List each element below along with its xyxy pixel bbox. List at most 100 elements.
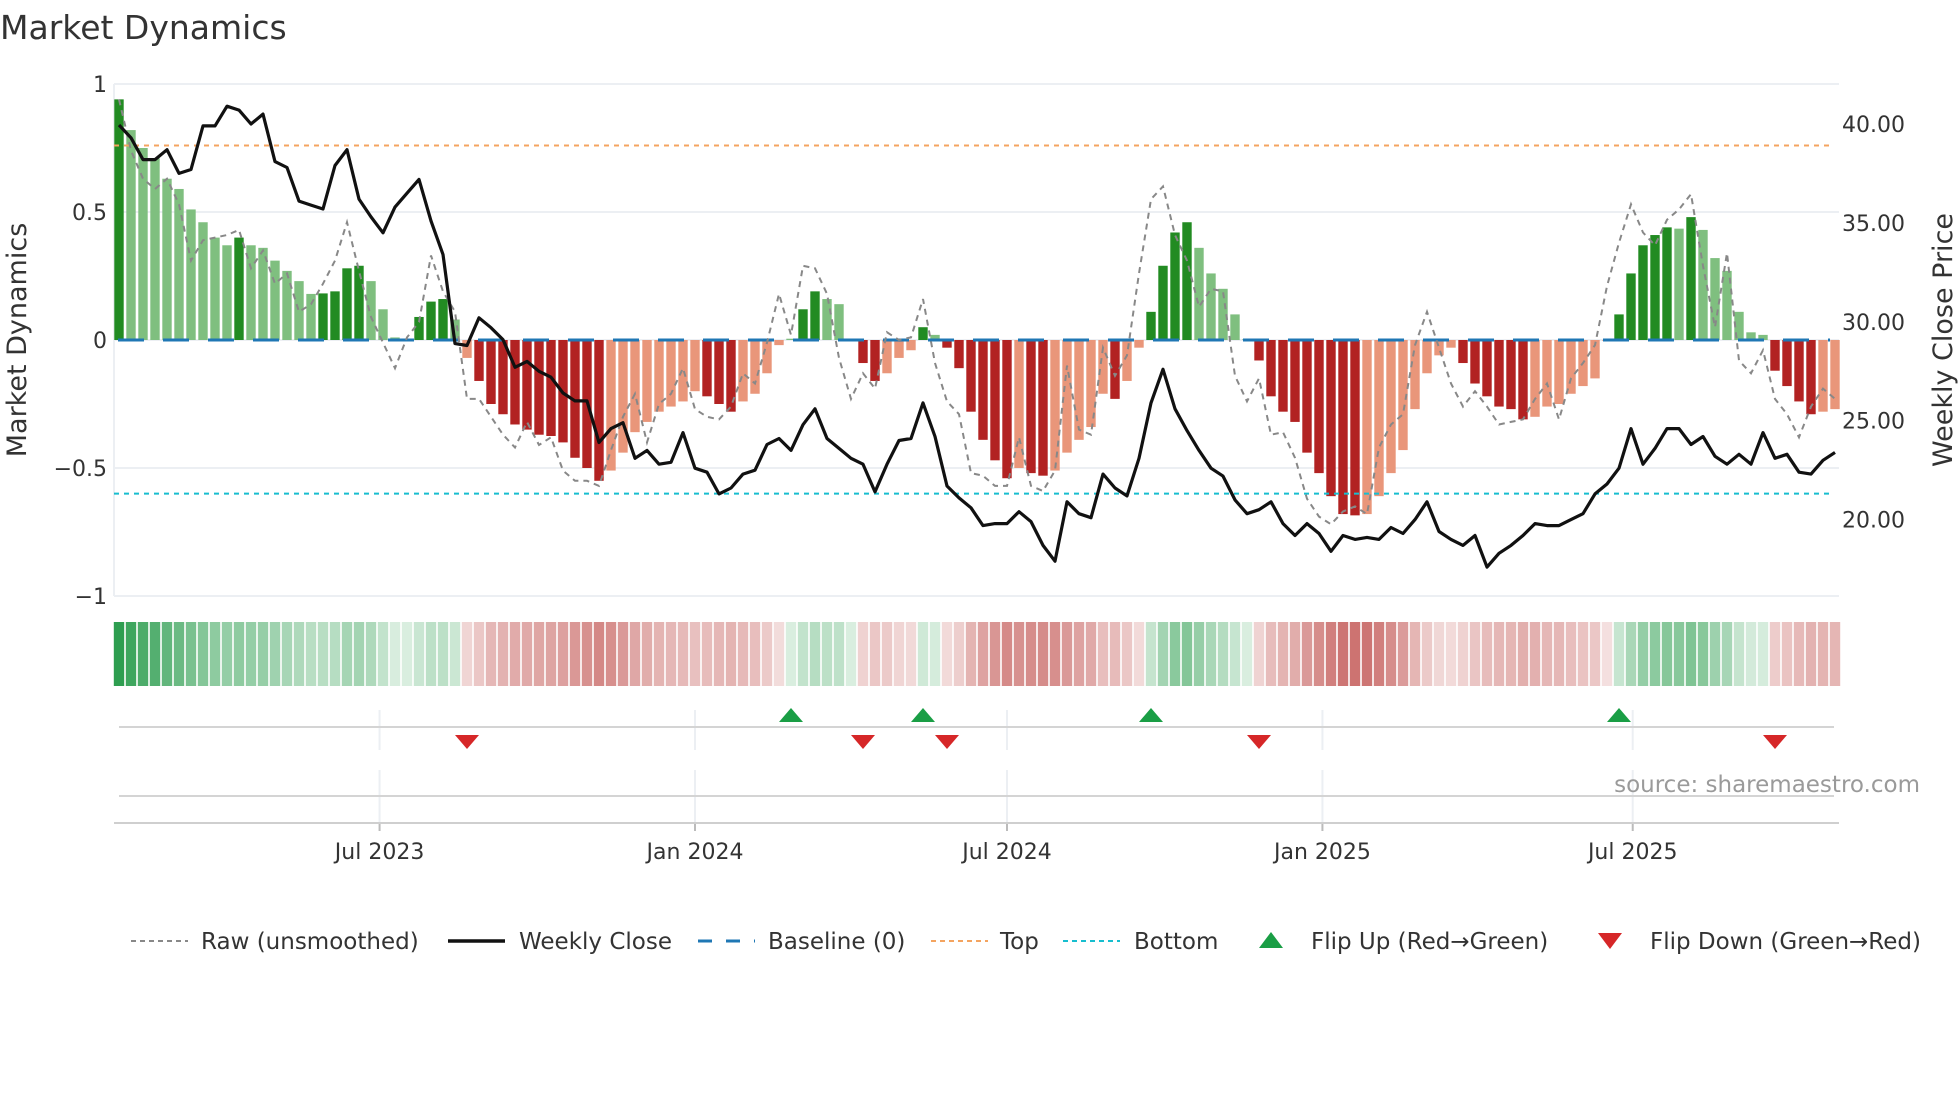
momentum-bar — [1626, 273, 1636, 340]
momentum-bar — [1170, 232, 1180, 340]
flip-up-marker-icon — [1139, 708, 1163, 722]
momentum-bar — [1146, 311, 1156, 340]
heat-cell — [1433, 622, 1445, 686]
y-tick-label: 0 — [93, 329, 107, 354]
heat-cell — [1733, 622, 1745, 686]
heat-cell — [161, 622, 173, 686]
y2-axis-title: Weekly Close Price — [1928, 213, 1959, 467]
heat-cell — [1469, 622, 1481, 686]
momentum-bar — [1314, 340, 1324, 474]
momentum-bar — [270, 260, 280, 340]
y-axis-title: Market Dynamics — [2, 223, 33, 458]
market-dynamics-chart: Market Dynamics 1 0.5 0 −0.5 −1 40.00 35.00 30… — [0, 8, 1959, 955]
momentum-bar — [1158, 265, 1168, 340]
x-tick-label: Jan 2024 — [645, 840, 744, 865]
heat-cell — [1541, 622, 1553, 686]
heat-cell — [461, 622, 473, 686]
momentum-bar — [1830, 340, 1840, 410]
momentum-bar — [1638, 245, 1648, 340]
momentum-bar — [366, 281, 376, 340]
y2-tick-label: 30.00 — [1842, 311, 1905, 336]
heat-cell — [1805, 622, 1817, 686]
heat-cell — [533, 622, 545, 686]
heat-cell — [629, 622, 641, 686]
heat-cell — [305, 622, 317, 686]
x-axis: Jul 2023 Jan 2024 Jul 2024 Jan 2025 Jul 2025 — [114, 822, 1839, 865]
momentum-bar — [1038, 340, 1048, 476]
heat-cell — [1697, 622, 1709, 686]
weekly-close-line — [117, 104, 1836, 569]
momentum-bar — [1482, 340, 1492, 397]
heat-cell — [1205, 622, 1217, 686]
heat-cell — [1661, 622, 1673, 686]
heat-cell — [773, 622, 785, 686]
momentum-bar — [594, 340, 604, 481]
legend-item-baseline: Baseline (0) — [698, 929, 905, 955]
momentum-bar — [474, 340, 484, 381]
heat-cell — [1145, 622, 1157, 686]
heat-cell — [1409, 622, 1421, 686]
momentum-bar — [1410, 340, 1420, 410]
momentum-bar — [114, 99, 124, 340]
momentum-bar — [1386, 340, 1396, 474]
heat-cell — [1193, 622, 1205, 686]
legend-item-flip-down: Flip Down (Green→Red) — [1598, 929, 1921, 955]
momentum-bar — [822, 299, 832, 340]
heat-cell — [1373, 622, 1385, 686]
heat-cell — [281, 622, 293, 686]
heat-cell — [473, 622, 485, 686]
heat-cell — [653, 622, 665, 686]
heat-cell — [725, 622, 737, 686]
heat-cell — [953, 622, 965, 686]
momentum-bar — [210, 237, 220, 340]
heat-cell — [677, 622, 689, 686]
flip-up-marker-icon — [911, 708, 935, 722]
heat-cell — [845, 622, 857, 686]
legend-label: Flip Up (Red→Green) — [1311, 929, 1548, 955]
momentum-bar — [234, 237, 244, 340]
momentum-bar — [162, 178, 172, 340]
momentum-bar — [1674, 228, 1684, 340]
momentum-bar — [306, 293, 316, 340]
momentum-bar — [1542, 340, 1552, 407]
momentum-bar — [1326, 340, 1336, 497]
heat-cell — [1577, 622, 1589, 686]
momentum-bar — [1254, 340, 1264, 361]
legend-label: Weekly Close — [519, 929, 672, 955]
chart-title: Market Dynamics — [0, 8, 287, 47]
momentum-bar — [1002, 340, 1012, 479]
momentum-bar — [990, 340, 1000, 461]
heat-cell — [377, 622, 389, 686]
momentum-bar — [1614, 314, 1624, 340]
heat-cell — [701, 622, 713, 686]
heat-cell — [1229, 622, 1241, 686]
heat-cell — [1061, 622, 1073, 686]
heat-cell — [1613, 622, 1625, 686]
heat-cell — [209, 622, 221, 686]
heat-cell — [1685, 622, 1697, 686]
y2-tick-label: 25.00 — [1842, 410, 1905, 435]
momentum-bar — [702, 340, 712, 397]
heat-cell — [353, 622, 365, 686]
heat-cell — [1493, 622, 1505, 686]
heat-cell — [605, 622, 617, 686]
heat-cell — [1673, 622, 1685, 686]
heat-cell — [1421, 622, 1433, 686]
momentum-bar — [1122, 340, 1132, 381]
momentum-bar — [1686, 217, 1696, 340]
heat-cell — [1217, 622, 1229, 686]
heat-cell — [857, 622, 869, 686]
y-tick-label: −1 — [75, 585, 107, 610]
flip-up-icon — [1259, 932, 1283, 948]
momentum-bar — [1566, 340, 1576, 394]
momentum-bar — [678, 340, 688, 402]
heat-cell — [497, 622, 509, 686]
heat-cell — [389, 622, 401, 686]
heat-cell — [1133, 622, 1145, 686]
flip-down-marker-icon — [1247, 735, 1271, 749]
legend-item-raw: Raw (unsmoothed) — [131, 929, 419, 955]
heat-cell — [1349, 622, 1361, 686]
heat-cell — [941, 622, 953, 686]
heat-cell — [521, 622, 533, 686]
heat-cell — [881, 622, 893, 686]
